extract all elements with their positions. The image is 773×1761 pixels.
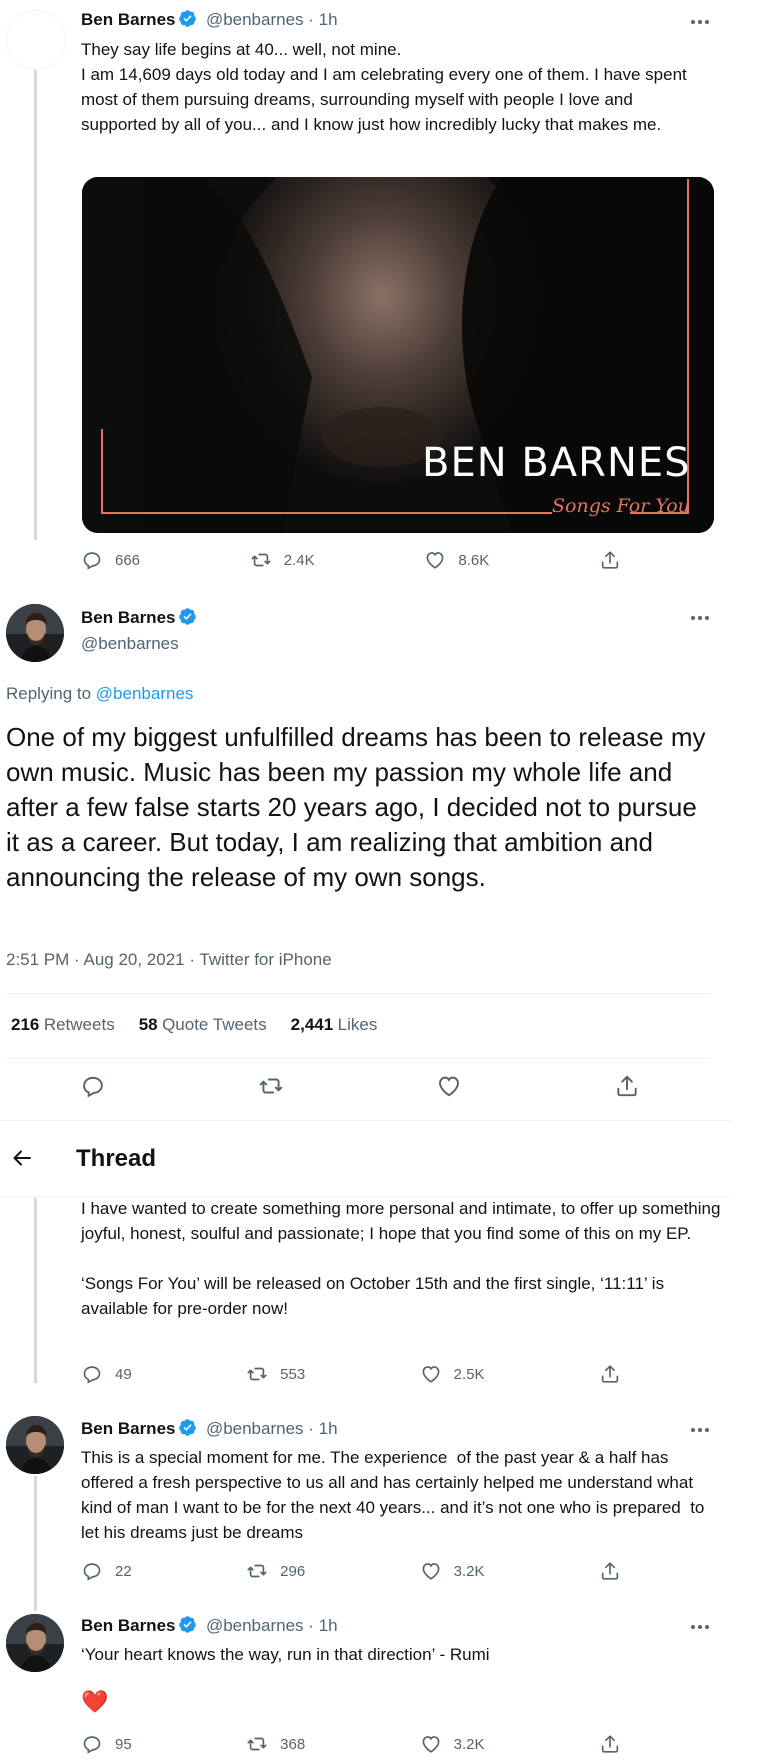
media-title: BEN BARNES bbox=[422, 440, 691, 486]
share-icon bbox=[599, 1560, 621, 1582]
avatar[interactable] bbox=[6, 1416, 64, 1474]
more-icon[interactable] bbox=[685, 13, 715, 31]
like-button[interactable]: 8.6K bbox=[424, 549, 489, 571]
verified-icon bbox=[178, 1615, 197, 1634]
author-name[interactable]: Ben Barnes bbox=[81, 1616, 175, 1635]
more-icon[interactable] bbox=[685, 1618, 715, 1636]
more-icon[interactable] bbox=[685, 609, 715, 627]
tweet-1-text: They say life begins at 40... well, not … bbox=[81, 37, 711, 137]
tweet-5-header: Ben Barnes @benbarnes · 1h bbox=[81, 1615, 338, 1636]
thread-line bbox=[34, 1198, 37, 1383]
avatar[interactable] bbox=[6, 604, 64, 662]
author-name[interactable]: Ben Barnes bbox=[81, 10, 175, 29]
page-title: Thread bbox=[76, 1145, 157, 1172]
avatar[interactable] bbox=[6, 1614, 64, 1672]
author-handle[interactable]: @benbarnes bbox=[81, 634, 179, 654]
reply-icon bbox=[81, 1560, 103, 1582]
reply-icon bbox=[81, 549, 103, 571]
reply-button[interactable]: 95 bbox=[81, 1733, 132, 1755]
tweet-1-line1: They say life begins at 40... well, not … bbox=[81, 40, 402, 59]
quote-tweets-stat[interactable]: 58 Quote Tweets bbox=[139, 1015, 267, 1035]
retweet-button[interactable]: 368 bbox=[246, 1733, 305, 1755]
arrow-left-icon[interactable] bbox=[10, 1146, 34, 1170]
retweet-icon bbox=[250, 549, 272, 571]
likes-stat[interactable]: 2,441 Likes bbox=[291, 1015, 378, 1035]
reply-icon bbox=[81, 1733, 103, 1755]
tweet-3-text: I have wanted to create something more p… bbox=[81, 1196, 721, 1321]
tweet-4-actions: 22 296 3.2K bbox=[81, 1560, 621, 1582]
share-icon bbox=[599, 1363, 621, 1385]
thread-line bbox=[34, 1476, 37, 1611]
share-icon[interactable] bbox=[614, 1073, 640, 1099]
share-icon bbox=[599, 1733, 621, 1755]
retweet-icon[interactable] bbox=[258, 1073, 284, 1099]
heart-icon bbox=[424, 549, 446, 571]
reply-button[interactable]: 666 bbox=[81, 549, 140, 571]
retweet-icon bbox=[246, 1733, 268, 1755]
like-button[interactable]: 3.2K bbox=[420, 1560, 485, 1582]
tweet-1-body: I am 14,609 days old today and I am cele… bbox=[81, 65, 687, 134]
heart-icon bbox=[420, 1363, 442, 1385]
reply-button[interactable]: 49 bbox=[81, 1363, 132, 1385]
reply-button[interactable]: 22 bbox=[81, 1560, 132, 1582]
retweet-icon bbox=[246, 1560, 268, 1582]
tweet-4-header: Ben Barnes @benbarnes · 1h bbox=[81, 1418, 338, 1439]
engagement-stats: 216 Retweets 58 Quote Tweets 2,441 Likes bbox=[11, 1015, 377, 1035]
tweet-3-para1: I have wanted to create something more p… bbox=[81, 1199, 721, 1243]
share-button[interactable] bbox=[599, 549, 621, 571]
replying-to: Replying to @benbarnes bbox=[6, 684, 194, 703]
author-name[interactable]: Ben Barnes bbox=[81, 608, 175, 627]
retweets-stat[interactable]: 216 Retweets bbox=[11, 1015, 115, 1035]
author-handle[interactable]: @benbarnes · 1h bbox=[206, 10, 338, 29]
replying-to-link[interactable]: @benbarnes bbox=[96, 684, 194, 703]
author-handle[interactable]: @benbarnes · 1h bbox=[206, 1419, 338, 1438]
verified-icon bbox=[178, 607, 197, 626]
reply-icon[interactable] bbox=[80, 1073, 106, 1099]
tweet-5-actions: 95 368 3.2K bbox=[81, 1733, 621, 1755]
like-button[interactable]: 3.2K bbox=[420, 1733, 485, 1755]
retweet-button[interactable]: 2.4K bbox=[250, 549, 315, 571]
heart-icon[interactable] bbox=[436, 1073, 462, 1099]
heart-icon bbox=[420, 1733, 442, 1755]
tweet-timestamp[interactable]: 2:51 PM · Aug 20, 2021 · Twitter for iPh… bbox=[6, 950, 332, 970]
tweet-4-text: This is a special moment for me. The exp… bbox=[81, 1448, 710, 1542]
author-handle[interactable]: @benbarnes · 1h bbox=[206, 1616, 338, 1635]
media-subtitle: Songs For You bbox=[552, 495, 690, 517]
retweet-icon bbox=[246, 1363, 268, 1385]
avatar[interactable] bbox=[6, 10, 66, 70]
tweet-1-header: Ben Barnes @benbarnes · 1h bbox=[81, 9, 338, 30]
reply-icon bbox=[81, 1363, 103, 1385]
heart-icon bbox=[420, 1560, 442, 1582]
thread-header: Thread bbox=[0, 1121, 733, 1197]
main-tweet-text: One of my biggest unfulfilled dreams has… bbox=[6, 722, 706, 892]
verified-icon bbox=[178, 1418, 197, 1437]
main-tweet-author: Ben Barnes bbox=[81, 607, 197, 628]
share-button[interactable] bbox=[599, 1560, 621, 1582]
divider bbox=[6, 1058, 711, 1059]
tweet-1-media[interactable]: BEN BARNES Songs For You bbox=[82, 177, 714, 533]
verified-icon bbox=[178, 9, 197, 28]
tweet-5-text: ‘Your heart knows the way, run in that d… bbox=[81, 1645, 490, 1664]
tweet-3-para2: ‘Songs For You’ will be released on Octo… bbox=[81, 1274, 665, 1318]
share-button[interactable] bbox=[599, 1363, 621, 1385]
more-icon[interactable] bbox=[685, 1421, 715, 1439]
share-icon bbox=[599, 549, 621, 571]
divider bbox=[6, 993, 711, 994]
retweet-button[interactable]: 553 bbox=[246, 1363, 305, 1385]
author-name[interactable]: Ben Barnes bbox=[81, 1419, 175, 1438]
share-button[interactable] bbox=[599, 1733, 621, 1755]
tweet-1-actions: 666 2.4K 8.6K bbox=[81, 549, 621, 571]
like-button[interactable]: 2.5K bbox=[420, 1363, 485, 1385]
tweet-3-actions: 49 553 2.5K bbox=[81, 1363, 621, 1385]
main-tweet-actions bbox=[80, 1073, 640, 1099]
thread-line bbox=[34, 70, 37, 540]
red-heart-emoji: ❤️ bbox=[81, 1689, 109, 1714]
retweet-button[interactable]: 296 bbox=[246, 1560, 305, 1582]
